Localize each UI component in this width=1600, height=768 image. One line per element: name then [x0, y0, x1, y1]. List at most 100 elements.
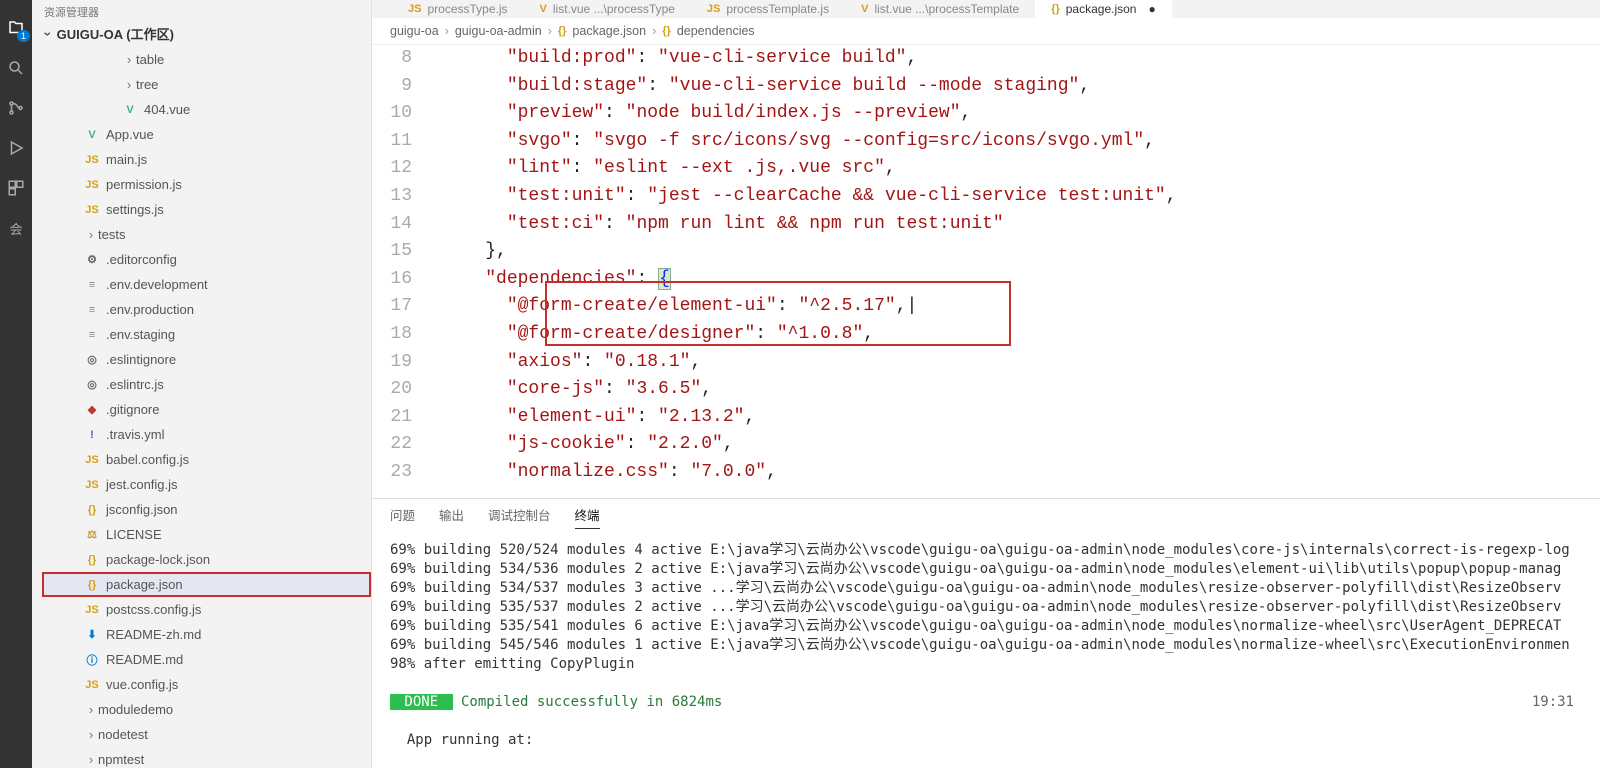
file-item[interactable]: ⓘREADME.md: [42, 647, 371, 672]
done-badge: DONE: [390, 694, 453, 710]
explorer-sidebar: 资源管理器 GUIGU-OA (工作区) ›table›treeV404.vue…: [32, 0, 372, 768]
done-message: Compiled successfully in 6824ms: [453, 694, 723, 710]
file-item[interactable]: ◆.gitignore: [42, 397, 371, 422]
file-item[interactable]: JSsettings.js: [42, 197, 371, 222]
chevron-right-icon: ›: [84, 227, 98, 242]
file-item[interactable]: JSvue.config.js: [42, 672, 371, 697]
readme-icon: ⬇: [84, 628, 100, 641]
file-item[interactable]: ≡.env.staging: [42, 322, 371, 347]
file-icon: V: [861, 3, 868, 15]
file-item[interactable]: ⚖LICENSE: [42, 522, 371, 547]
panel-tab-problems[interactable]: 问题: [390, 505, 415, 529]
activity-bar: 1 会: [0, 0, 32, 768]
code-content[interactable]: "build:prod": "vue-cli-service build", "…: [432, 45, 1600, 498]
bottom-panel: 问题 输出 调试控制台 终端 69% building 520/524 modu…: [372, 498, 1600, 768]
tongyi-icon[interactable]: 会: [2, 214, 30, 242]
panel-tab-output[interactable]: 输出: [439, 505, 464, 529]
file-item[interactable]: JSjest.config.js: [42, 472, 371, 497]
config-icon: ≡: [84, 279, 100, 291]
breadcrumb[interactable]: guigu-oa› guigu-oa-admin› {} package.jso…: [372, 18, 1600, 45]
git-icon: ◆: [84, 403, 100, 416]
js-icon: JS: [84, 479, 100, 491]
yml-icon: !: [84, 429, 100, 441]
folder-item[interactable]: ›nodetest: [42, 722, 371, 747]
editor-tab[interactable]: {}package.json●: [1035, 0, 1172, 18]
ed-icon: ◎: [84, 353, 100, 366]
editor-tab[interactable]: Vlist.vue ...\processType: [524, 0, 691, 18]
explorer-icon[interactable]: 1: [2, 14, 30, 42]
chevron-right-icon: ›: [122, 52, 136, 67]
bc-file: package.json: [572, 24, 646, 38]
readme-icon: ⓘ: [84, 652, 100, 668]
vue-icon: V: [84, 129, 100, 141]
panel-tabs: 问题 输出 调试控制台 终端: [372, 499, 1600, 529]
file-item[interactable]: JSmain.js: [42, 147, 371, 172]
js-icon: JS: [84, 179, 100, 191]
json-icon: {}: [84, 554, 100, 566]
file-item[interactable]: ≡.env.development: [42, 272, 371, 297]
json-icon: {}: [84, 579, 100, 591]
file-item[interactable]: VApp.vue: [42, 122, 371, 147]
chevron-right-icon: ›: [84, 727, 98, 742]
folder-item[interactable]: ›moduledemo: [42, 697, 371, 722]
editor-tab[interactable]: Vlist.vue ...\processTemplate: [845, 0, 1035, 18]
bc-folder: guigu-oa-admin: [455, 24, 542, 38]
license-icon: ⚖: [84, 528, 100, 541]
file-item[interactable]: JSbabel.config.js: [42, 447, 371, 472]
file-item[interactable]: V404.vue: [42, 97, 371, 122]
folder-item[interactable]: ›tree: [42, 72, 371, 97]
chevron-right-icon: ›: [122, 77, 136, 92]
config-icon: ≡: [84, 304, 100, 316]
file-tree: ›table›treeV404.vueVApp.vueJSmain.jsJSpe…: [32, 47, 371, 768]
file-item[interactable]: {}package-lock.json: [42, 547, 371, 572]
chevron-right-icon: ›: [84, 702, 98, 717]
folder-item[interactable]: ›npmtest: [42, 747, 371, 768]
run-debug-icon[interactable]: [2, 134, 30, 162]
file-item[interactable]: JSpermission.js: [42, 172, 371, 197]
json-icon: {}: [558, 25, 567, 37]
editor-tab[interactable]: JSprocessType.js: [392, 0, 524, 18]
panel-tab-debug[interactable]: 调试控制台: [488, 505, 551, 529]
badge: 1: [17, 30, 30, 42]
file-item[interactable]: ◎.eslintignore: [42, 347, 371, 372]
file-icon: {}: [1051, 3, 1060, 15]
extensions-icon[interactable]: [2, 174, 30, 202]
chevron-right-icon: ›: [84, 752, 98, 767]
file-icon: JS: [408, 3, 421, 15]
editor-main: JSprocessType.jsVlist.vue ...\processTyp…: [372, 0, 1600, 768]
code-editor[interactable]: 891011121314151617181920212223 "build:pr…: [372, 45, 1600, 498]
js-icon: JS: [84, 454, 100, 466]
json-icon: {}: [662, 25, 671, 37]
js-icon: JS: [84, 679, 100, 691]
tab-modified-icon: ●: [1148, 2, 1155, 16]
editor-tab[interactable]: JSprocessTemplate.js: [691, 0, 845, 18]
file-item[interactable]: ⬇README-zh.md: [42, 622, 371, 647]
file-item[interactable]: ≡.env.production: [42, 297, 371, 322]
file-item[interactable]: !.travis.yml: [42, 422, 371, 447]
folder-item[interactable]: ›tests: [42, 222, 371, 247]
workspace-label[interactable]: GUIGU-OA (工作区): [32, 20, 371, 47]
file-item[interactable]: {}package.json: [42, 572, 371, 597]
folder-item[interactable]: ›table: [42, 47, 371, 72]
line-gutter: 891011121314151617181920212223: [372, 45, 432, 498]
terminal-time: 19:31: [1532, 693, 1574, 712]
json-icon: {}: [84, 504, 100, 516]
file-icon: JS: [707, 3, 720, 15]
terminal-output[interactable]: 69% building 520/524 modules 4 active E:…: [372, 529, 1600, 768]
file-item[interactable]: ⚙.editorconfig: [42, 247, 371, 272]
bc-key: dependencies: [677, 24, 755, 38]
ed-icon: ◎: [84, 378, 100, 391]
file-icon: V: [540, 3, 547, 15]
config-icon: ≡: [84, 329, 100, 341]
panel-tab-terminal[interactable]: 终端: [575, 505, 600, 529]
bc-folder: guigu-oa: [390, 24, 439, 38]
ed-icon: ⚙: [84, 253, 100, 266]
file-item[interactable]: {}jsconfig.json: [42, 497, 371, 522]
file-item[interactable]: JSpostcss.config.js: [42, 597, 371, 622]
search-icon[interactable]: [2, 54, 30, 82]
vue-icon: V: [122, 104, 138, 116]
editor-tabs: JSprocessType.jsVlist.vue ...\processTyp…: [372, 0, 1600, 18]
source-control-icon[interactable]: [2, 94, 30, 122]
js-icon: JS: [84, 204, 100, 216]
file-item[interactable]: ◎.eslintrc.js: [42, 372, 371, 397]
